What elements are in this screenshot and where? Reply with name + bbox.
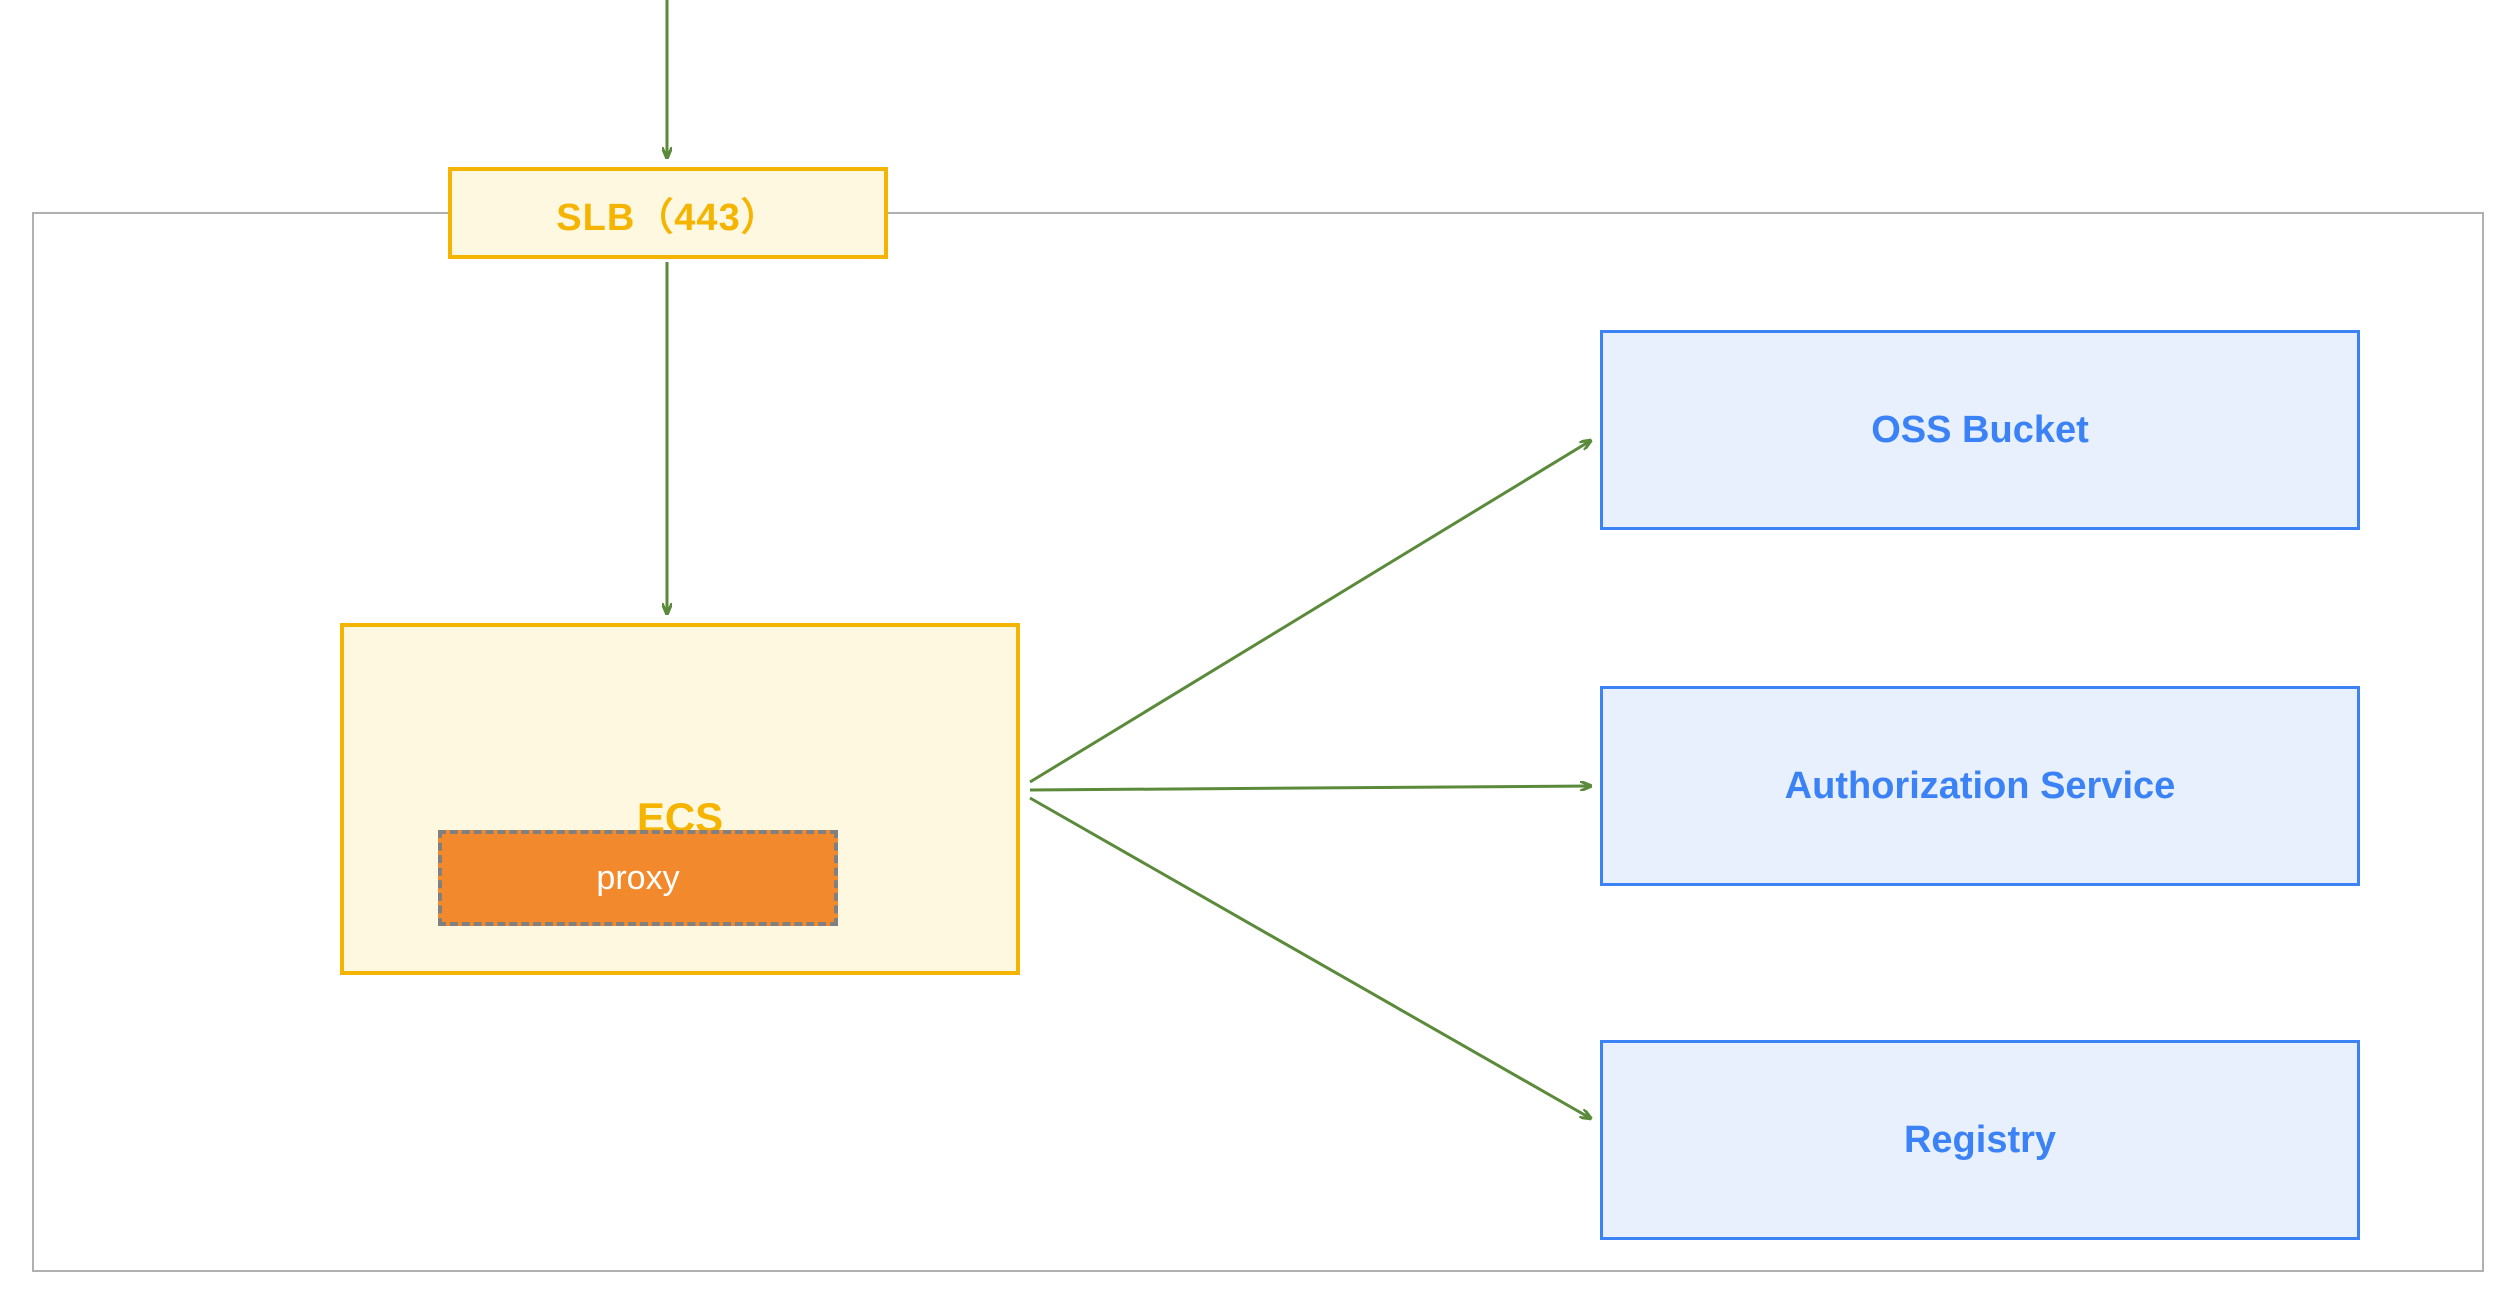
service-label: Authorization Service (1785, 765, 2176, 808)
slb-box: SLB（443） (448, 167, 888, 259)
slb-label: SLB（443） (556, 186, 779, 241)
service-label: OSS Bucket (1871, 409, 2089, 452)
service-oss: OSS Bucket (1600, 330, 2360, 530)
service-auth: Authorization Service (1600, 686, 2360, 886)
service-registry: Registry (1600, 1040, 2360, 1240)
diagram-canvas: SLB（443） ECS proxy OSS Bucket Authorizat… (0, 0, 2516, 1299)
service-label: Registry (1904, 1119, 2056, 1162)
proxy-box: proxy (438, 830, 838, 926)
proxy-label: proxy (596, 859, 679, 898)
